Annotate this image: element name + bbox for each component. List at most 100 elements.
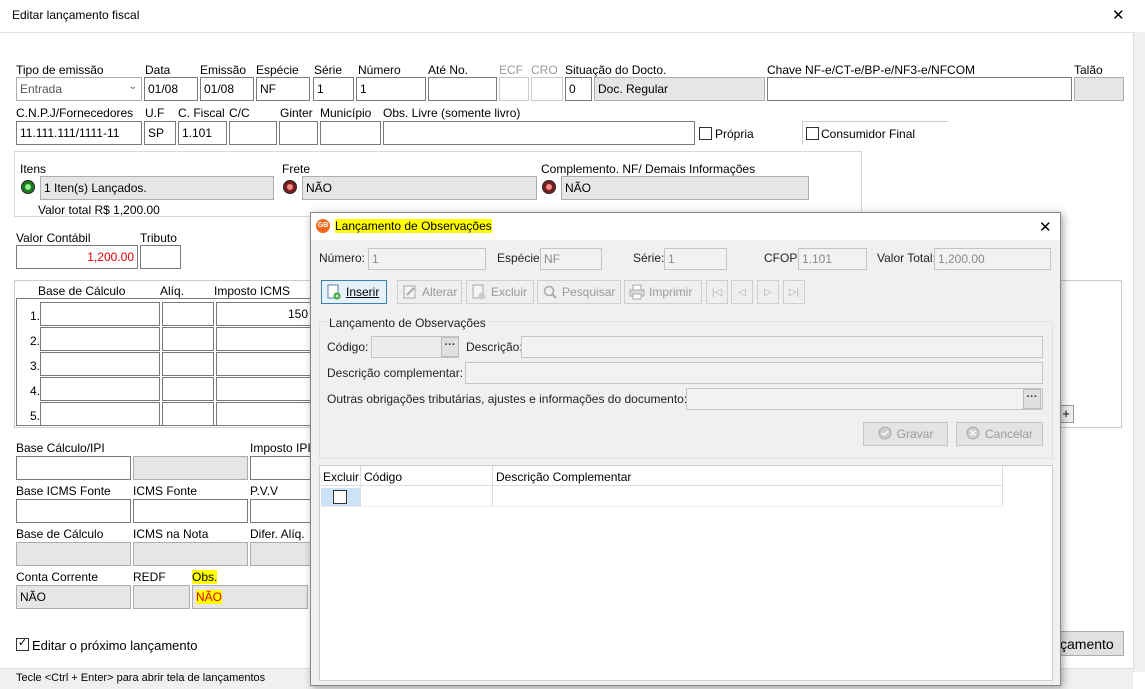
desc-comp-input[interactable]	[465, 362, 1043, 384]
dlg-cfop-input: 1.101	[798, 248, 867, 270]
numero-input[interactable]: 1	[356, 77, 426, 101]
outras-lookup-button[interactable]: ···	[1023, 389, 1041, 409]
propria-checkbox[interactable]	[699, 127, 712, 140]
aliq-cell[interactable]	[162, 377, 214, 401]
situacao-code-input[interactable]: 0	[565, 77, 592, 101]
difer-aliq-input	[250, 542, 312, 566]
group-title: Lançamento de Observações	[327, 316, 488, 330]
imposto-icms-cell[interactable]	[216, 327, 312, 351]
ginter-input[interactable]	[279, 121, 318, 145]
cnpj-input[interactable]: 11.111.111/1111-11	[16, 121, 142, 145]
base-icms-fonte-input[interactable]	[16, 499, 131, 523]
consumidor-checkbox[interactable]	[806, 127, 819, 140]
dlg-valor-total-label: Valor Total:	[877, 251, 936, 265]
imprimir-button[interactable]: Imprimir	[624, 280, 702, 304]
cfiscal-input[interactable]: 1.101	[178, 121, 227, 145]
ate-no-label: Até No.	[428, 63, 469, 77]
base-calculo-header: Base de Cálculo	[38, 284, 126, 298]
base-ipi-input[interactable]	[16, 456, 131, 480]
printer-icon	[629, 284, 645, 300]
cc-input[interactable]	[229, 121, 277, 145]
icms-fonte-input[interactable]	[133, 499, 248, 523]
last-record-icon[interactable]: ▷|	[783, 280, 805, 304]
imposto-icms-cell[interactable]	[216, 377, 312, 401]
chave-input[interactable]	[767, 77, 1072, 101]
inserir-button[interactable]: Inserir	[321, 280, 387, 304]
uf-label: U.F	[145, 106, 165, 120]
valor-contabil-input[interactable]: 1,200.00	[16, 245, 138, 269]
base-calculo-cell[interactable]	[40, 327, 160, 351]
dialog-title: Lançamento de Observações	[335, 219, 492, 233]
dialog-close-button[interactable]: ✕	[1039, 218, 1052, 236]
uf-input[interactable]: SP	[144, 121, 176, 145]
grid-header-excluir: Excluir	[323, 470, 360, 484]
obs-livre-input[interactable]	[383, 121, 695, 145]
gravar-button[interactable]: Gravar	[863, 422, 948, 446]
frete-value[interactable]: NÃO	[302, 176, 537, 200]
pvv-input[interactable]	[250, 499, 312, 523]
aliq-cell[interactable]	[162, 302, 214, 326]
municipio-input[interactable]	[320, 121, 381, 145]
cro-input	[531, 77, 563, 101]
dlg-numero-label: Número:	[319, 251, 366, 265]
codigo-lookup-button[interactable]: ···	[441, 337, 459, 357]
dlg-cfop-label: CFOP:	[764, 251, 801, 265]
base-calculo-cell[interactable]	[40, 302, 160, 326]
imposto-icms-cell[interactable]	[216, 352, 312, 376]
vertical-scrollbar[interactable]	[1133, 32, 1145, 672]
editar-proximo-checkbox[interactable]: ✓	[16, 637, 29, 651]
redf-value[interactable]	[133, 585, 190, 609]
ate-no-input[interactable]	[428, 77, 497, 101]
next-record-icon[interactable]: ▷	[757, 280, 779, 304]
outras-input[interactable]	[686, 388, 1043, 410]
dlg-especie-label: Espécie:	[497, 251, 544, 265]
alterar-label: Alterar	[422, 285, 458, 299]
base-calculo-label: Base de Cálculo	[16, 527, 104, 541]
prev-record-icon[interactable]: ◁	[731, 280, 753, 304]
valor-contabil-label: Valor Contábil	[16, 231, 91, 245]
window-close-button[interactable]: ✕	[1112, 6, 1125, 24]
alterar-button[interactable]: Alterar	[397, 280, 462, 304]
obs-value[interactable]: NÃO	[192, 585, 308, 609]
base-calculo-cell[interactable]	[40, 377, 160, 401]
serie-input[interactable]: 1	[313, 77, 354, 101]
data-input[interactable]: 01/08	[144, 77, 198, 101]
itens-status-icon	[21, 180, 35, 194]
tipo-emissao-select[interactable]: Entrada ⌄	[16, 77, 142, 101]
pesquisar-button[interactable]: Pesquisar	[537, 280, 621, 304]
title-divider	[0, 32, 1145, 33]
aliq-cell[interactable]	[162, 327, 214, 351]
aliq-cell[interactable]	[162, 402, 214, 426]
emissao-label: Emissão	[200, 63, 247, 77]
excluir-button[interactable]: Excluir	[466, 280, 534, 304]
status-text: Tecle <Ctrl + Enter> para abrir tela de …	[16, 672, 266, 684]
tipo-emissao-value: Entrada	[20, 82, 63, 96]
first-record-icon[interactable]: |◁	[706, 280, 728, 304]
imposto-icms-cell[interactable]	[216, 402, 312, 426]
cro-label: CRO	[531, 63, 558, 77]
ipi-aux-input	[133, 456, 248, 480]
imposto-icms-cell[interactable]: 150	[216, 302, 312, 326]
base-calculo-cell[interactable]	[40, 352, 160, 376]
redf-label: REDF	[133, 570, 166, 584]
especie-label: Espécie	[256, 63, 299, 77]
obs-livre-label: Obs. Livre (somente livro)	[383, 106, 521, 120]
emissao-input[interactable]: 01/08	[200, 77, 254, 101]
imposto-ipi-input[interactable]	[250, 456, 312, 480]
cancelar-label: Cancelar	[984, 427, 1034, 441]
search-icon	[542, 284, 558, 300]
grid-row[interactable]	[320, 487, 1002, 507]
frete-status-icon	[283, 180, 297, 194]
row-number: 1.	[30, 309, 41, 323]
complemento-value[interactable]: NÃO	[561, 176, 809, 200]
insert-document-icon	[326, 284, 342, 300]
base-calculo-cell[interactable]	[40, 402, 160, 426]
itens-value[interactable]: 1 Iten(s) Lançados.	[40, 176, 274, 200]
aliq-cell[interactable]	[162, 352, 214, 376]
especie-input[interactable]: NF	[256, 77, 310, 101]
excluir-row-checkbox[interactable]	[333, 490, 347, 504]
conta-corrente-value[interactable]: NÃO	[16, 585, 131, 609]
tributo-input[interactable]	[140, 245, 181, 269]
descricao-input[interactable]	[521, 336, 1043, 358]
cancelar-button[interactable]: Cancelar	[956, 422, 1043, 446]
